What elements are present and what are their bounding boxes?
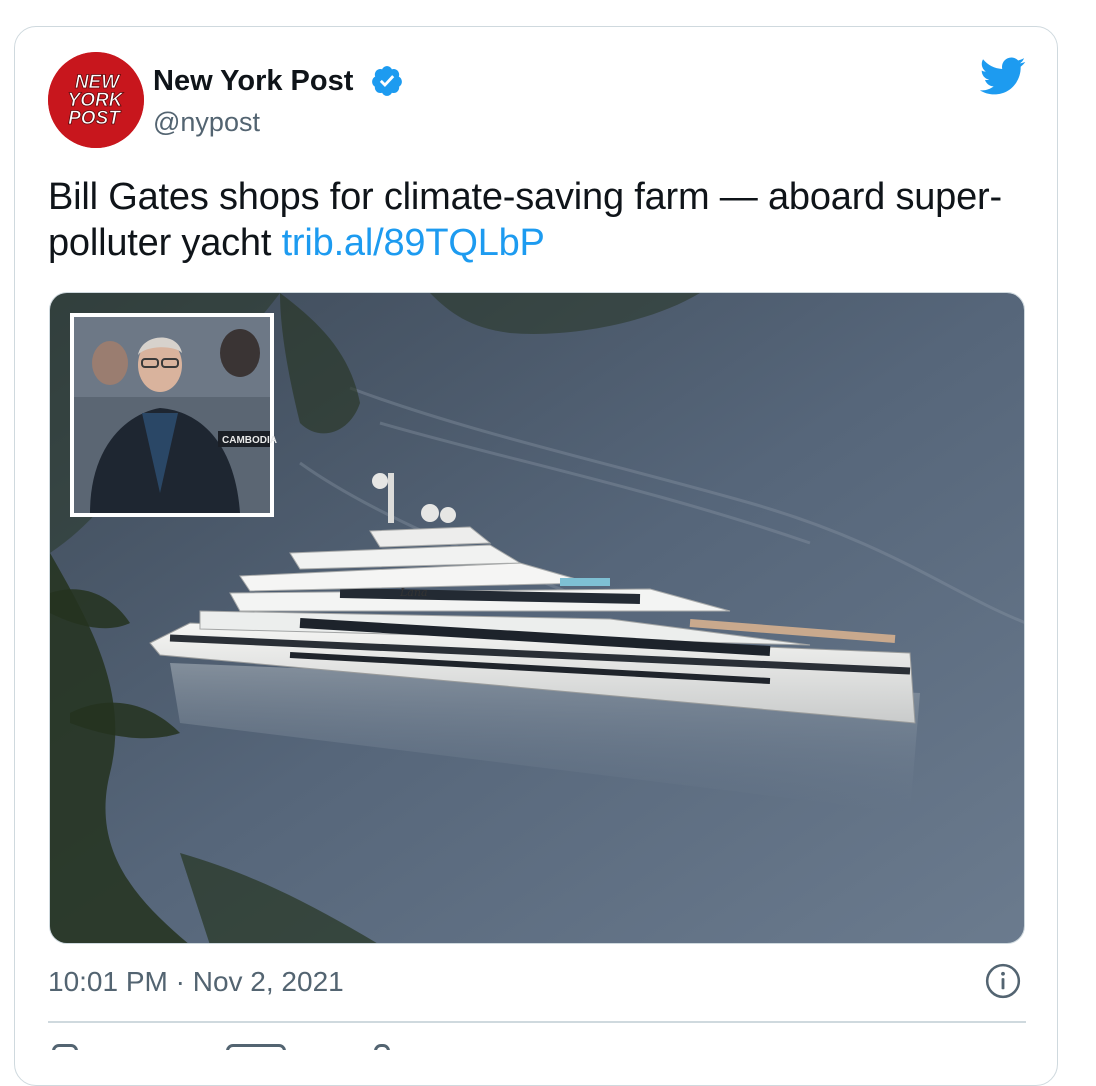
reply-icon[interactable]	[226, 1044, 286, 1050]
share-icon[interactable]	[374, 1044, 390, 1050]
tweet-timestamp[interactable]: 10:01 PM · Nov 2, 2021	[48, 962, 344, 1002]
cambodia-sign-text: CAMBODIA	[222, 435, 277, 446]
new-york-post-logo: NEW YORK POST	[48, 52, 144, 148]
action-bar-partial	[48, 1040, 448, 1050]
tweet-link[interactable]: trib.al/89TQLbP	[282, 222, 545, 264]
inset-portrait: CAMBODIA	[70, 313, 277, 517]
tweet-text: Bill Gates shops for climate-saving farm…	[48, 174, 1008, 266]
author-handle[interactable]: @nypost	[153, 104, 260, 140]
avatar[interactable]: NEW YORK POST	[48, 52, 144, 148]
info-icon[interactable]	[984, 962, 1022, 1000]
logo-line-3: POST	[68, 108, 121, 129]
author-name[interactable]: New York Post	[153, 62, 353, 100]
yacht-name-text: Lana	[399, 586, 428, 599]
tweet-media-image[interactable]: Lana CAMBODIA	[49, 292, 1025, 944]
verified-badge-icon	[372, 66, 402, 96]
divider	[48, 1021, 1026, 1023]
like-icon[interactable]	[52, 1044, 78, 1050]
twitter-bird-icon[interactable]	[978, 56, 1026, 96]
